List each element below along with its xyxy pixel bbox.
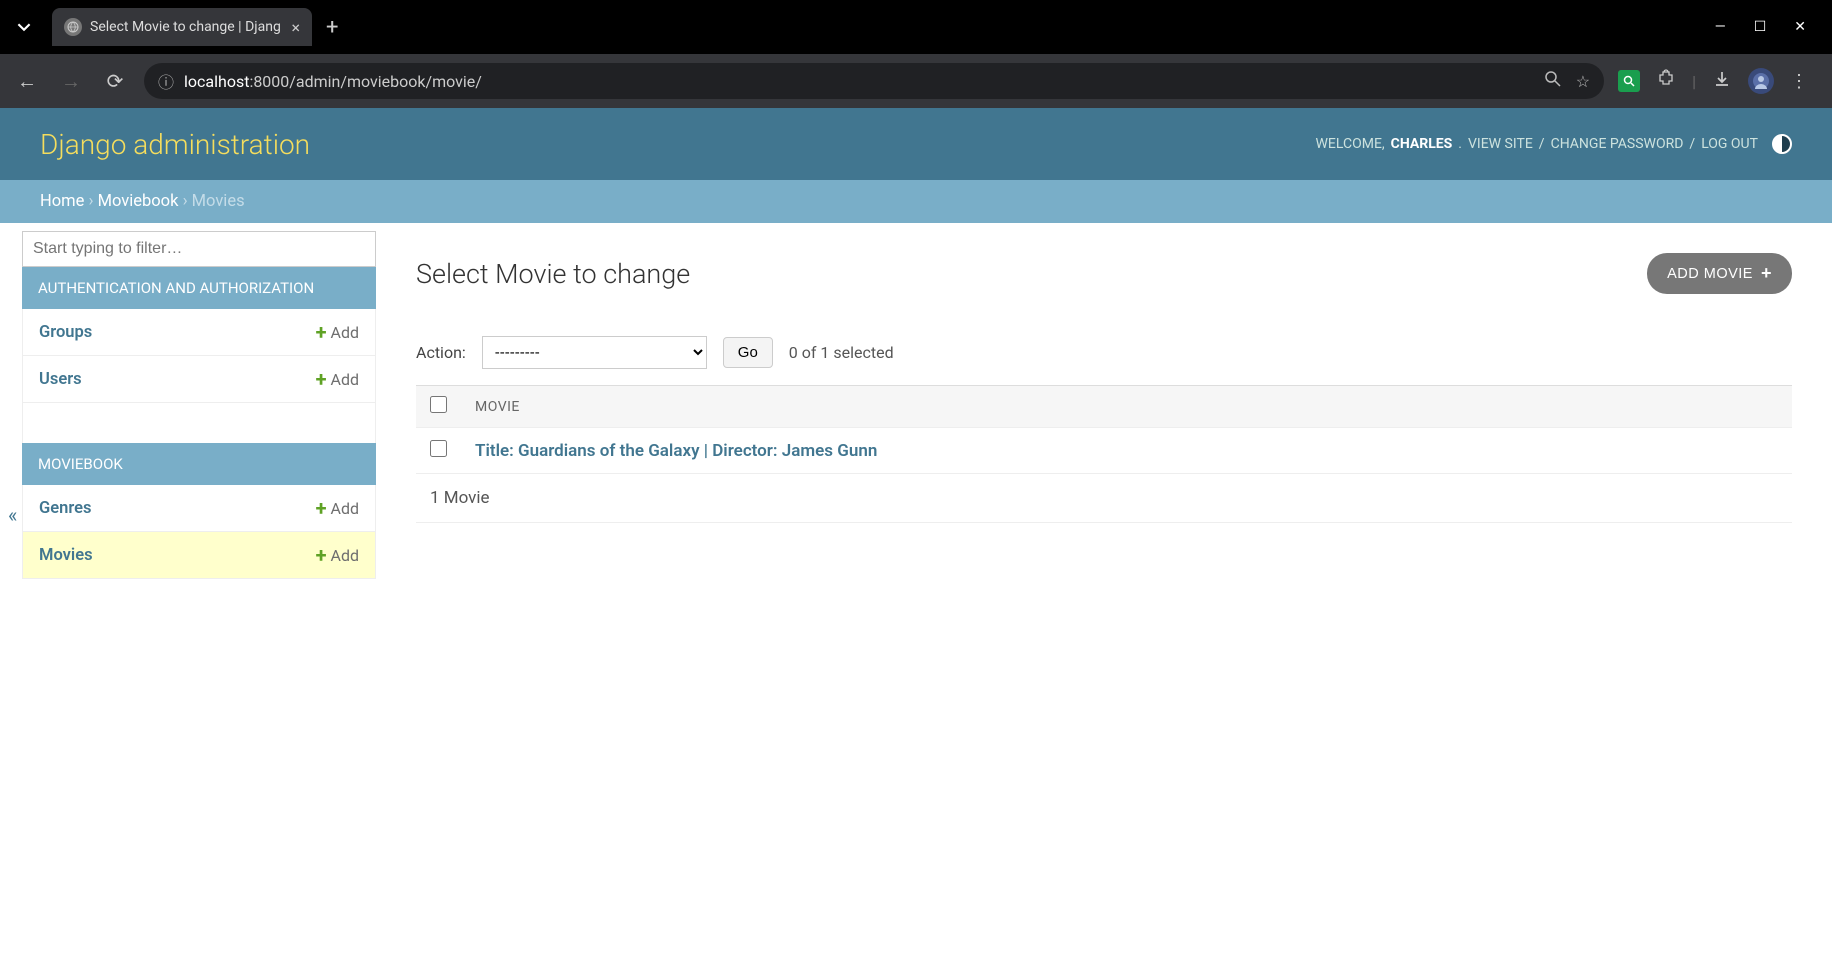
forward-button[interactable]: → bbox=[56, 66, 86, 96]
tab-search-dropdown[interactable] bbox=[8, 11, 40, 43]
tab-bar: Select Movie to change | Djang × + — ☐ ✕ bbox=[0, 0, 1832, 54]
browser-tab[interactable]: Select Movie to change | Djang × bbox=[52, 8, 312, 46]
table-header: MOVIE bbox=[416, 386, 1792, 428]
nav-bar: ← → ⟳ ⓘ localhost:8000/admin/moviebook/m… bbox=[0, 54, 1832, 108]
table-row: Title: Guardians of the Galaxy | Directo… bbox=[416, 428, 1792, 474]
add-movie-button[interactable]: ADD MOVIE + bbox=[1647, 253, 1792, 294]
extension-icon[interactable] bbox=[1618, 70, 1640, 92]
page-title: Select Movie to change bbox=[416, 258, 690, 290]
add-link[interactable]: +Add bbox=[316, 543, 359, 567]
sidebar-collapse-icon[interactable]: « bbox=[8, 503, 17, 527]
url-bar[interactable]: ⓘ localhost:8000/admin/moviebook/movie/ … bbox=[144, 63, 1604, 99]
breadcrumb-app[interactable]: Moviebook bbox=[98, 192, 179, 211]
sidebar-item-genres: Genres +Add bbox=[22, 485, 376, 532]
minimize-icon[interactable]: — bbox=[1715, 19, 1726, 35]
sidebar-item-groups: Groups +Add bbox=[22, 309, 376, 356]
admin-header: Django administration WELCOME, CHARLES. … bbox=[0, 108, 1832, 180]
browser-chrome: Select Movie to change | Djang × + — ☐ ✕… bbox=[0, 0, 1832, 108]
sidebar-app-moviebook: MOVIEBOOK Genres +Add Movies +Add bbox=[22, 443, 376, 579]
username: CHARLES bbox=[1391, 136, 1453, 152]
sidebar-app-header[interactable]: AUTHENTICATION AND AUTHORIZATION bbox=[22, 267, 376, 309]
zoom-icon[interactable] bbox=[1544, 70, 1562, 92]
row-checkbox[interactable] bbox=[430, 440, 447, 457]
row-link[interactable]: Title: Guardians of the Galaxy | Directo… bbox=[475, 441, 877, 461]
back-button[interactable]: ← bbox=[12, 66, 42, 96]
actions-bar: Action: --------- Go 0 of 1 selected bbox=[416, 336, 1792, 369]
action-select[interactable]: --------- bbox=[482, 336, 707, 369]
sidebar-app-header[interactable]: MOVIEBOOK bbox=[22, 443, 376, 485]
sidebar-model-link[interactable]: Genres bbox=[39, 499, 92, 518]
close-icon[interactable]: × bbox=[291, 18, 300, 37]
column-header-movie[interactable]: MOVIE bbox=[475, 399, 520, 415]
downloads-icon[interactable] bbox=[1712, 69, 1732, 93]
breadcrumb: Home › Moviebook › Movies bbox=[0, 180, 1832, 223]
add-link[interactable]: +Add bbox=[316, 367, 359, 391]
sidebar-model-link[interactable]: Groups bbox=[39, 323, 92, 342]
add-button-label: ADD MOVIE bbox=[1667, 266, 1753, 282]
content-header: Select Movie to change ADD MOVIE + bbox=[416, 253, 1792, 294]
paginator: 1 Movie bbox=[416, 474, 1792, 523]
add-link[interactable]: +Add bbox=[316, 496, 359, 520]
go-button[interactable]: Go bbox=[723, 337, 773, 368]
plus-icon: + bbox=[316, 543, 327, 567]
new-tab-button[interactable]: + bbox=[326, 15, 338, 40]
add-link[interactable]: +Add bbox=[316, 320, 359, 344]
site-title[interactable]: Django administration bbox=[40, 128, 310, 161]
action-label: Action: bbox=[416, 343, 466, 362]
chevron-down-icon bbox=[17, 20, 31, 34]
breadcrumb-current: Movies bbox=[192, 192, 245, 211]
reload-button[interactable]: ⟳ bbox=[100, 66, 130, 96]
results-table: MOVIE Title: Guardians of the Galaxy | D… bbox=[416, 385, 1792, 523]
profile-avatar[interactable] bbox=[1748, 68, 1774, 94]
sidebar-filter-input[interactable] bbox=[22, 231, 376, 267]
window-controls: — ☐ ✕ bbox=[1715, 19, 1824, 35]
bookmark-icon[interactable]: ☆ bbox=[1576, 72, 1590, 91]
sidebar-item-movies: Movies +Add bbox=[22, 532, 376, 579]
user-links: WELCOME, CHARLES. VIEW SITE / CHANGE PAS… bbox=[1316, 134, 1793, 154]
tab-title: Select Movie to change | Djang bbox=[90, 19, 283, 35]
info-icon[interactable]: ⓘ bbox=[158, 69, 174, 93]
plus-icon: + bbox=[316, 367, 327, 391]
admin-body: « AUTHENTICATION AND AUTHORIZATION Group… bbox=[0, 223, 1832, 948]
selection-count: 0 of 1 selected bbox=[789, 343, 894, 362]
sidebar: « AUTHENTICATION AND AUTHORIZATION Group… bbox=[0, 223, 376, 948]
menu-icon[interactable]: ⋮ bbox=[1790, 71, 1808, 92]
content: Select Movie to change ADD MOVIE + Actio… bbox=[376, 223, 1832, 948]
sidebar-item-users: Users +Add bbox=[22, 356, 376, 403]
breadcrumb-home[interactable]: Home bbox=[40, 192, 84, 211]
change-password-link[interactable]: CHANGE PASSWORD bbox=[1551, 136, 1684, 152]
welcome-label: WELCOME, bbox=[1316, 136, 1385, 152]
sidebar-model-link[interactable]: Movies bbox=[39, 546, 93, 565]
select-all-checkbox[interactable] bbox=[430, 396, 447, 413]
globe-icon bbox=[64, 18, 82, 36]
maximize-icon[interactable]: ☐ bbox=[1754, 19, 1767, 35]
plus-icon: + bbox=[1761, 263, 1772, 284]
url-text: localhost:8000/admin/moviebook/movie/ bbox=[184, 72, 482, 91]
sidebar-model-link[interactable]: Users bbox=[39, 370, 82, 389]
view-site-link[interactable]: VIEW SITE bbox=[1468, 136, 1533, 152]
plus-icon: + bbox=[316, 320, 327, 344]
extensions-icon[interactable] bbox=[1656, 69, 1676, 93]
close-window-icon[interactable]: ✕ bbox=[1794, 19, 1806, 35]
logout-link[interactable]: LOG OUT bbox=[1701, 136, 1758, 152]
theme-toggle-icon[interactable] bbox=[1772, 134, 1792, 154]
plus-icon: + bbox=[316, 496, 327, 520]
sidebar-app-auth: AUTHENTICATION AND AUTHORIZATION Groups … bbox=[22, 267, 376, 443]
